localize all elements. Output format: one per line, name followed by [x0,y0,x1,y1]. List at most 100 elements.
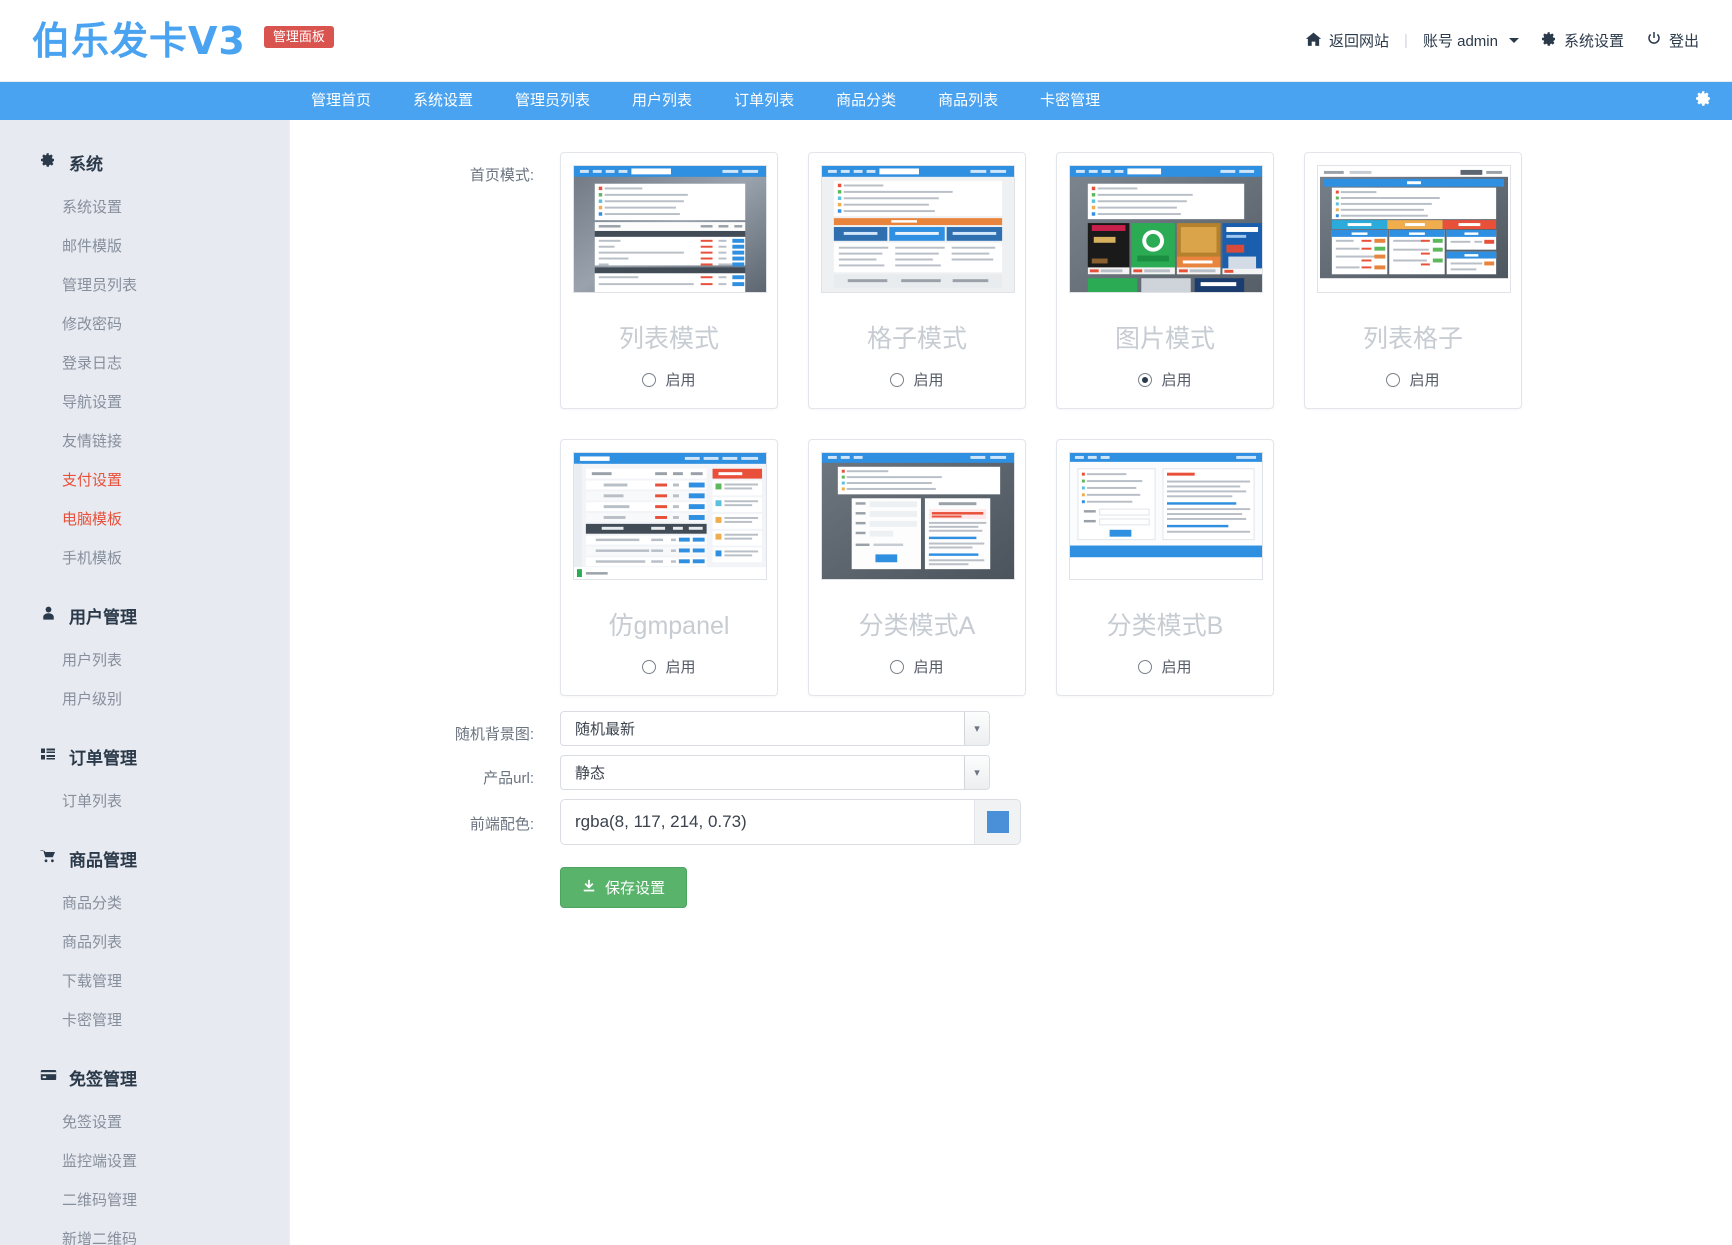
sidebar-spacer [0,820,289,834]
template-enable-radio-gmpanel[interactable]: 启用 [573,656,765,677]
product-url-select[interactable]: 静态 ▾ [560,755,990,790]
cart-icon [39,848,57,869]
product-url-label: 产品url: [290,755,560,788]
template-card-category-b[interactable]: 分类模式B 启用 [1056,439,1274,696]
sidebar-item-user-list[interactable]: 用户列表 [0,640,289,679]
random-background-row: 随机背景图: 随机最新 ▾ [290,711,1732,746]
front-color-value[interactable]: rgba(8, 117, 214, 0.73) [561,812,974,832]
download-icon [582,879,596,896]
template-card-category-a[interactable]: 分类模式A 启用 [808,439,1026,696]
header-actions: 返回网站 | 账号 admin 系统设置 登出 [1294,30,1710,51]
nav-item-dashboard[interactable]: 管理首页 [290,82,392,120]
template-card-image-mode[interactable]: 图片模式 启用 [1056,152,1274,409]
enable-label: 启用 [913,656,943,677]
system-settings-link[interactable]: 系统设置 [1530,30,1635,51]
radio-icon[interactable] [642,660,656,674]
template-card-title: 分类模式B [1069,606,1261,642]
enable-label: 启用 [1161,369,1191,390]
logout-link[interactable]: 登出 [1635,30,1710,51]
radio-icon[interactable] [890,660,904,674]
template-enable-radio-list-mode[interactable]: 启用 [573,369,765,390]
sidebar-item-signfree-settings[interactable]: 免签设置 [0,1102,289,1141]
enable-label: 启用 [913,369,943,390]
sidebar-item-change-password[interactable]: 修改密码 [0,304,289,343]
template-card-gmpanel[interactable]: 仿gmpanel 启用 [560,439,778,696]
nav-item-product-category[interactable]: 商品分类 [815,82,917,120]
template-enable-radio-list-grid[interactable]: 启用 [1317,369,1509,390]
sidebar-item-admin-list[interactable]: 管理员列表 [0,265,289,304]
template-mode-row: 首页模式: [290,152,1732,696]
sidebar-item-pc-template[interactable]: 电脑模板 [0,499,289,538]
template-card-grid-mode[interactable]: 格子模式 启用 [808,152,1026,409]
radio-icon[interactable] [1386,373,1400,387]
sidebar-item-payment-settings[interactable]: 支付设置 [0,460,289,499]
random-background-label: 随机背景图: [290,711,560,744]
nav-item-user-list[interactable]: 用户列表 [611,82,713,120]
template-card-list-grid[interactable]: 列表格子 启用 [1304,152,1522,409]
main-content: 首页模式: [289,120,1732,1245]
random-background-select[interactable]: 随机最新 ▾ [560,711,990,746]
sidebar-item-email-template[interactable]: 邮件模版 [0,226,289,265]
image-mode-thumb [1069,165,1263,293]
sidebar-item-user-level[interactable]: 用户级别 [0,679,289,718]
nav-item-card-management[interactable]: 卡密管理 [1019,82,1121,120]
template-mode-label: 首页模式: [290,152,560,185]
color-picker-button[interactable] [974,800,1020,844]
save-button-label: 保存设置 [605,877,665,898]
product-url-row: 产品url: 静态 ▾ [290,755,1732,790]
save-button[interactable]: 保存设置 [560,867,687,908]
account-menu[interactable]: 账号 admin [1412,30,1530,51]
sidebar-item-login-log[interactable]: 登录日志 [0,343,289,382]
front-color-input-group[interactable]: rgba(8, 117, 214, 0.73) [560,799,1021,845]
main-navbar: 管理首页 系统设置 管理员列表 用户列表 订单列表 商品分类 商品列表 卡密管理 [0,82,1732,120]
template-card-title: 列表模式 [573,319,765,355]
sidebar-item-system-settings[interactable]: 系统设置 [0,187,289,226]
sidebar-item-qrcode-management[interactable]: 二维码管理 [0,1180,289,1219]
front-color-row: 前端配色: rgba(8, 117, 214, 0.73) 保存设置 [290,799,1732,908]
radio-icon[interactable] [642,373,656,387]
nav-item-system-settings[interactable]: 系统设置 [392,82,494,120]
template-card-list-mode[interactable]: 列表模式 启用 [560,152,778,409]
template-enable-radio-category-a[interactable]: 启用 [821,656,1013,677]
nav-item-order-list[interactable]: 订单列表 [713,82,815,120]
nav-item-admin-list[interactable]: 管理员列表 [494,82,611,120]
sidebar-item-download-management[interactable]: 下载管理 [0,961,289,1000]
power-icon [1646,31,1662,50]
template-card-title: 分类模式A [821,606,1013,642]
sidebar-item-friend-links[interactable]: 友情链接 [0,421,289,460]
sidebar-group-user-management: 用户管理 [0,591,289,640]
radio-icon[interactable] [1138,373,1152,387]
enable-label: 启用 [1409,369,1439,390]
radio-icon[interactable] [890,373,904,387]
sidebar: 系统 系统设置 邮件模版 管理员列表 修改密码 登录日志 导航设置 友情链接 支… [0,120,289,1245]
sidebar-item-card-management[interactable]: 卡密管理 [0,1000,289,1039]
gear-icon [39,152,57,173]
chevron-down-icon[interactable]: ▾ [964,712,989,745]
card-icon [39,1067,57,1088]
return-to-site-link[interactable]: 返回网站 [1294,30,1400,51]
template-enable-radio-category-b[interactable]: 启用 [1069,656,1261,677]
sidebar-group-label: 用户管理 [69,603,137,628]
chevron-down-icon[interactable]: ▾ [964,756,989,789]
sidebar-item-order-list[interactable]: 订单列表 [0,781,289,820]
sidebar-item-add-qrcode[interactable]: 新增二维码 [0,1219,289,1245]
template-card-title: 仿gmpanel [573,606,765,642]
page-shell: 系统 系统设置 邮件模版 管理员列表 修改密码 登录日志 导航设置 友情链接 支… [0,120,1732,1245]
sidebar-group-signfree-management: 免签管理 [0,1053,289,1102]
nav-item-product-list[interactable]: 商品列表 [917,82,1019,120]
sidebar-item-product-list[interactable]: 商品列表 [0,922,289,961]
gear-icon[interactable] [1695,90,1712,112]
sidebar-item-mobile-template[interactable]: 手机模板 [0,538,289,577]
sidebar-item-product-category[interactable]: 商品分类 [0,883,289,922]
sidebar-item-monitor-settings[interactable]: 监控端设置 [0,1141,289,1180]
chevron-down-icon [1509,38,1519,43]
list-mode-thumb [573,165,767,293]
front-color-label: 前端配色: [290,799,560,834]
brand-logo[interactable]: 伯乐发卡V3 [32,22,246,60]
radio-icon[interactable] [1138,660,1152,674]
sidebar-group-label: 免签管理 [69,1065,137,1090]
sidebar-item-nav-settings[interactable]: 导航设置 [0,382,289,421]
sidebar-group-order-management: 订单管理 [0,732,289,781]
template-enable-radio-grid-mode[interactable]: 启用 [821,369,1013,390]
template-enable-radio-image-mode[interactable]: 启用 [1069,369,1261,390]
